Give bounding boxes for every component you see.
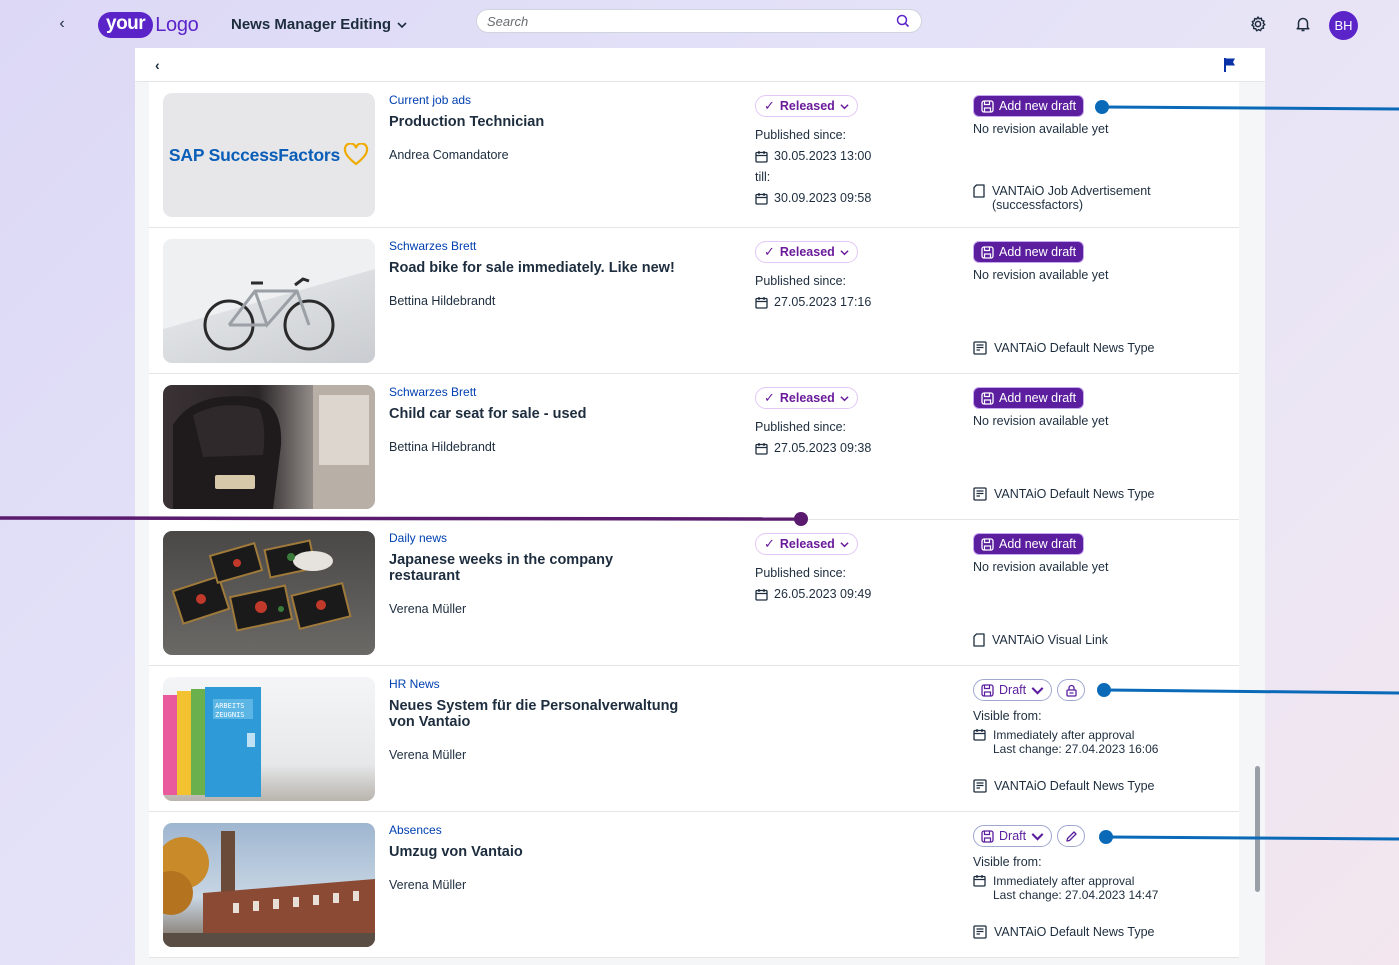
annotation-callout-add-draft [1095,100,1399,114]
annotation-overlay [0,100,1399,844]
annotation-callout-lock [1097,683,1399,697]
annotation-callout-edit [1099,830,1399,844]
annotation-callout-released [0,512,808,526]
